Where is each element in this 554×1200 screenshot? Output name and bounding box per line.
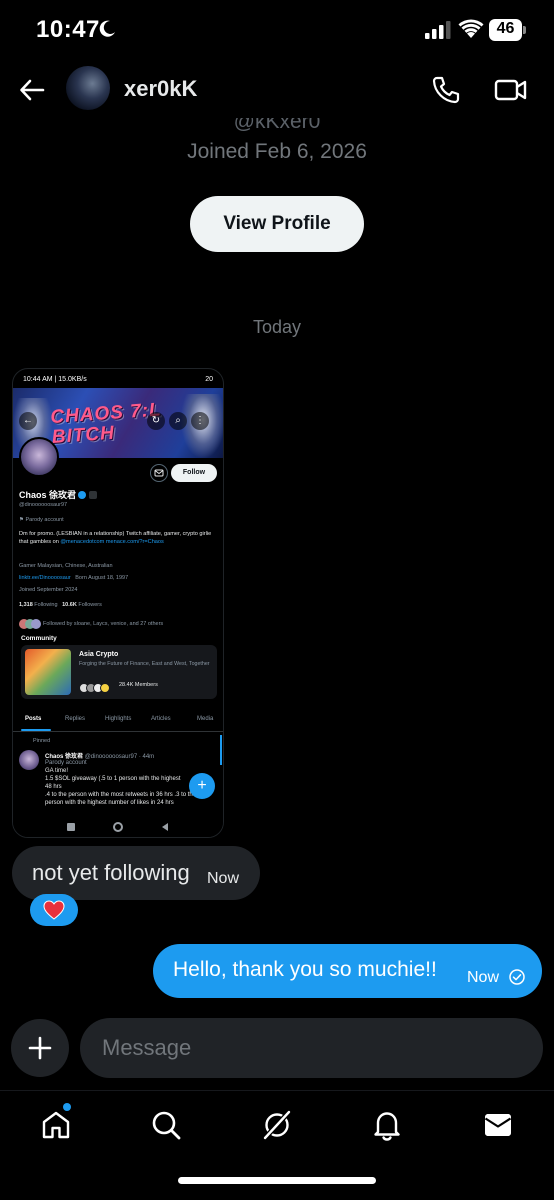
home-icon[interactable] [40, 1109, 72, 1141]
attachment-community-heading: Community [21, 635, 57, 642]
outgoing-message[interactable]: Hello, thank you so muchie!! Now [153, 944, 542, 998]
attachment-back-icon: ← [19, 412, 37, 430]
attachment-tab-underline [21, 729, 51, 731]
attachment-follow-counts: 1,318 Following 10.6K Followers [19, 602, 102, 608]
attachment-meta-joined: Joined September 2024 [19, 587, 78, 593]
attachment-handle: @dinoooooosaur97 [19, 502, 68, 508]
attachment-followers-label: Followers [78, 602, 102, 608]
heart-reaction-icon[interactable] [30, 894, 78, 926]
profile-joined-date: Joined Feb 6, 2026 [187, 140, 367, 163]
attachment-meta-born: Born August 18, 1997 [75, 575, 129, 581]
grok-icon[interactable] [261, 1109, 293, 1141]
attachment-profile-tabs: Posts Replies Highlights Articles Media [13, 712, 223, 732]
add-attachment-button[interactable] [11, 1019, 69, 1077]
attachment-parody-label: ⚑ Parody account [19, 517, 64, 523]
affiliate-badge-icon [89, 491, 98, 499]
attachment-refresh-icon: ↻ [147, 412, 165, 430]
attachment-tab-posts: Posts [25, 716, 42, 722]
avatar[interactable] [66, 66, 110, 110]
home-notification-dot [63, 1103, 71, 1111]
attachment-following-label: Following [34, 602, 58, 608]
attachment-name-text: Chaos 徐玫君 [19, 490, 77, 500]
status-time: 10:47 [36, 16, 100, 43]
attachment-follower-avatars [19, 619, 41, 629]
date-separator: Today [252, 317, 302, 337]
battery-indicator: 46 [489, 19, 527, 41]
message-text: Hello, thank you so muchie!! [173, 958, 437, 981]
attachment-display-name: Chaos 徐玫君 [19, 488, 98, 501]
phone-call-icon[interactable] [430, 74, 462, 106]
heart-icon [43, 900, 65, 920]
attachment-tab-articles: Articles [151, 716, 171, 722]
moon-icon [99, 20, 115, 37]
bell-icon[interactable] [371, 1109, 403, 1141]
attachment-compose-icon: + [189, 773, 215, 799]
back-arrow-icon[interactable] [18, 76, 46, 104]
mail-icon[interactable] [482, 1109, 514, 1141]
attachment-tab-replies: Replies [65, 716, 86, 722]
attachment-status-bar: 10:44 AM | 15.0KB/s [13, 369, 223, 389]
attachment-meta-row: linktr.ee/Dinoooosaur Born August 18, 19… [19, 575, 128, 581]
cellular-signal-icon [425, 21, 451, 39]
attachment-more-icon: ⋮ [191, 412, 209, 430]
home-indicator [178, 1177, 376, 1184]
attachment-bio: Dm for promo. (LESBIAN in a relationship… [19, 531, 219, 546]
attachment-follow-button: Follow [171, 464, 217, 482]
incoming-message[interactable]: not yet following Now [12, 846, 260, 900]
search-icon[interactable] [150, 1109, 182, 1141]
community-description: Forging the Future of Finance, East and … [79, 661, 210, 667]
battery-level: 46 [496, 20, 515, 37]
image-attachment[interactable]: 10:44 AM | 15.0KB/s 20 CHAOS 7:L BITCH ←… [12, 368, 224, 838]
attachment-followers-count: 10.6K [62, 602, 77, 608]
wifi-icon [458, 19, 484, 38]
attachment-post-line: person with the highest number of likes … [45, 800, 174, 806]
attachment-tab-highlights: Highlights [105, 716, 132, 722]
android-recents-icon [67, 823, 75, 831]
attachment-tab-media: Media [197, 716, 214, 722]
attachment-meta-category: Gamer Malaysian, Chinese, Australian [19, 563, 113, 569]
status-bar: 10:47 46 [0, 0, 554, 62]
view-profile-button[interactable]: View Profile [190, 196, 364, 252]
attachment-parody-text: Parody account [25, 517, 64, 523]
attachment-community-card: Asia Crypto Forging the Future of Financ… [21, 645, 217, 699]
attachment-status-right: 20 [205, 376, 213, 383]
message-text: not yet following [32, 860, 190, 885]
plus-icon [28, 1036, 52, 1060]
message-time: Now [467, 969, 500, 986]
community-members: 28.4K Members [119, 682, 158, 688]
sent-check-icon [509, 969, 525, 985]
attachment-post-parody: Parody account [45, 760, 87, 766]
conversation-header: xer0kK [0, 62, 554, 118]
video-call-icon[interactable] [494, 76, 528, 104]
message-input[interactable] [80, 1018, 543, 1078]
android-home-icon [113, 822, 123, 832]
attachment-following-count: 1,318 [19, 602, 33, 608]
attachment-message-icon [150, 464, 168, 482]
attachment-meta-link: linktr.ee/Dinoooosaur [19, 575, 71, 581]
community-image [25, 649, 71, 695]
attachment-profile-picture [19, 437, 59, 477]
attachment-followed-by: Followed by sloane, Laycs, venice, and 2… [43, 621, 164, 627]
attachment-android-navbar [13, 815, 223, 837]
conversation-name[interactable]: xer0kK [124, 76, 197, 102]
attachment-post-avatar [19, 750, 39, 770]
attachment-pinned-label: Pinned [33, 738, 51, 744]
android-back-icon [162, 823, 168, 831]
message-time: Now [207, 870, 240, 887]
attachment-bio-link: @menacedotcom menace.com/?r=Chaos [60, 538, 164, 545]
attachment-search-icon: ⌕ [169, 412, 187, 430]
verified-badge-icon [78, 491, 87, 499]
attachment-status-left: 10:44 AM | 15.0KB/s [23, 376, 87, 383]
community-member-avatars [79, 680, 117, 693]
community-name: Asia Crypto [79, 651, 119, 658]
